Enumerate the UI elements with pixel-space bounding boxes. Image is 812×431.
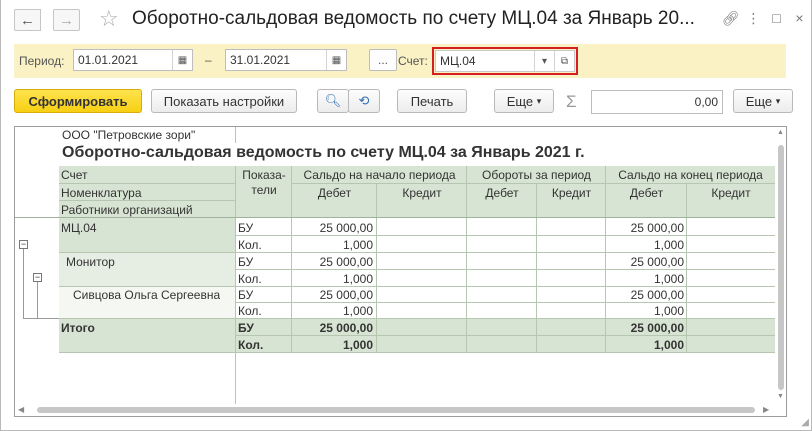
row-indicator: БУ xyxy=(238,255,254,269)
row-nomenklatura: Монитор xyxy=(66,255,115,269)
header-debet: Дебет xyxy=(485,186,519,200)
header-nomenklatura: Номенклатура xyxy=(61,186,142,200)
window-controls: 🔗︎ ⋮ □ × xyxy=(719,10,811,27)
period-label: Период: xyxy=(19,54,65,68)
header-pokazateli: Показа- тели xyxy=(242,168,286,197)
chevron-down-icon[interactable]: ▾ xyxy=(534,51,554,71)
period-from-value: 01.01.2021 xyxy=(78,53,139,67)
header-kredit: Кредит xyxy=(551,186,592,200)
vertical-scroll-thumb[interactable] xyxy=(778,145,784,390)
header-debet: Дебет xyxy=(317,186,352,200)
open-icon[interactable]: ⧉ xyxy=(554,51,574,71)
total-saldo-start-debet: 1,000 xyxy=(342,338,373,352)
scroll-left-icon[interactable]: ◀ xyxy=(18,405,24,414)
row-saldo-end-debet: 25 000,00 xyxy=(630,255,684,269)
total-indicator: БУ xyxy=(238,321,254,335)
close-icon[interactable]: × xyxy=(788,10,811,27)
chevron-down-icon: ▾ xyxy=(775,95,781,106)
sigma-icon: Σ xyxy=(566,92,577,111)
chevron-down-icon: ▾ xyxy=(536,95,542,106)
row-saldo-end-debet: 1,000 xyxy=(653,304,684,318)
sum-field[interactable]: 0,00 xyxy=(591,90,723,114)
collapse-icon[interactable]: − xyxy=(19,240,28,249)
header-kredit: Кредит xyxy=(402,186,442,200)
header-schet: Счет xyxy=(61,168,88,182)
star-icon[interactable]: ☆ xyxy=(99,6,119,32)
row-account: МЦ.04 xyxy=(61,221,97,235)
row-indicator: Кол. xyxy=(238,238,262,252)
total-saldo-start-debet: 25 000,00 xyxy=(319,321,373,335)
report-window: ← → ☆ Оборотно-сальдовая ведомость по сч… xyxy=(0,0,812,431)
title-bar: ← → ☆ Оборотно-сальдовая ведомость по сч… xyxy=(1,0,811,40)
print-button[interactable]: Печать xyxy=(397,89,467,113)
row-indicator: БУ xyxy=(238,221,254,235)
period-to-field[interactable]: 31.01.2021 ▦ xyxy=(225,49,347,71)
generate-button[interactable]: Сформировать xyxy=(14,89,142,113)
maximize-icon[interactable]: □ xyxy=(765,10,788,27)
more-label-2: Еще xyxy=(745,93,773,109)
account-value: МЦ.04 xyxy=(440,54,476,68)
search-icon[interactable]: 🔍︎ xyxy=(317,89,349,113)
row-indicator: Кол. xyxy=(238,304,262,318)
row-employee: Сивцова Ольга Сергеевна xyxy=(73,288,221,302)
search-cancel-icon[interactable]: ⟲ xyxy=(348,89,380,113)
horizontal-scrollbar[interactable]: ◀ ▶ xyxy=(15,404,775,416)
row-saldo-end-debet: 1,000 xyxy=(653,272,684,286)
report-sheet: ООО "Петровские зори" Оборотно-сальдовая… xyxy=(15,127,775,404)
row-saldo-start-debet: 25 000,00 xyxy=(319,288,373,302)
link-icon[interactable]: 🔗︎ xyxy=(719,10,742,27)
period-panel: Период: 01.01.2021 ▦ – 31.01.2021 ▦ ... … xyxy=(14,44,786,78)
select-period-button[interactable]: ... xyxy=(369,49,397,71)
header-oboroty: Обороты за период xyxy=(482,168,591,182)
back-icon[interactable]: ← xyxy=(14,9,41,31)
window-title: Оборотно-сальдовая ведомость по счету МЦ… xyxy=(132,8,695,29)
total-saldo-end-debet: 25 000,00 xyxy=(630,321,684,335)
scroll-up-icon[interactable]: ▲ xyxy=(777,129,784,136)
more-button-2[interactable]: Еще ▾ xyxy=(733,89,793,113)
more-button-1[interactable]: Еще ▾ xyxy=(494,89,554,113)
row-saldo-start-debet: 25 000,00 xyxy=(319,255,373,269)
account-highlight-frame: МЦ.04 ▾ ⧉ xyxy=(432,47,578,75)
total-saldo-end-debet: 1,000 xyxy=(653,338,684,352)
header-saldo-end: Сальдо на конец периода xyxy=(618,168,763,182)
row-saldo-end-debet: 25 000,00 xyxy=(630,288,684,302)
period-from-field[interactable]: 01.01.2021 ▦ xyxy=(73,49,193,71)
calendar-icon[interactable]: ▦ xyxy=(326,50,346,70)
org-name: ООО "Петровские зори" xyxy=(62,128,196,142)
row-indicator: БУ xyxy=(238,288,254,302)
forward-icon[interactable]: → xyxy=(53,9,80,31)
header-debet: Дебет xyxy=(629,186,664,200)
row-saldo-end-debet: 1,000 xyxy=(653,238,684,252)
vertical-scrollbar[interactable]: ▲ ▼ xyxy=(775,127,786,404)
header-rabotniki: Работники организаций xyxy=(61,203,193,217)
total-label: Итого xyxy=(61,321,95,335)
row-saldo-end-debet: 25 000,00 xyxy=(630,221,684,235)
row-indicator: Кол. xyxy=(238,272,262,286)
account-label: Счет: xyxy=(398,54,428,68)
row-saldo-start-debet: 25 000,00 xyxy=(319,221,373,235)
collapse-icon[interactable]: − xyxy=(33,273,42,282)
report-title: Оборотно-сальдовая ведомость по счету МЦ… xyxy=(62,144,585,161)
calendar-icon[interactable]: ▦ xyxy=(172,50,192,70)
report-area[interactable]: ООО "Петровские зори" Оборотно-сальдовая… xyxy=(14,126,787,417)
scroll-right-icon[interactable]: ▶ xyxy=(763,405,769,414)
row-saldo-start-debet: 1,000 xyxy=(342,272,373,286)
header-kredit: Кредит xyxy=(711,186,751,200)
row-saldo-start-debet: 1,000 xyxy=(342,238,373,252)
scroll-down-icon[interactable]: ▼ xyxy=(777,393,784,400)
account-field[interactable]: МЦ.04 ▾ ⧉ xyxy=(435,50,575,72)
period-dash: – xyxy=(205,53,212,67)
resize-grip-icon[interactable]: ◢ xyxy=(801,417,809,428)
more-label-1: Еще xyxy=(506,93,534,109)
show-settings-button[interactable]: Показать настройки xyxy=(151,89,297,113)
header-saldo-start: Сальдо на начало периода xyxy=(303,168,456,182)
row-saldo-start-debet: 1,000 xyxy=(342,304,373,318)
period-to-value: 31.01.2021 xyxy=(230,53,291,67)
more-icon[interactable]: ⋮ xyxy=(742,10,765,27)
total-indicator: Кол. xyxy=(238,338,264,352)
horizontal-scroll-thumb[interactable] xyxy=(37,407,755,413)
